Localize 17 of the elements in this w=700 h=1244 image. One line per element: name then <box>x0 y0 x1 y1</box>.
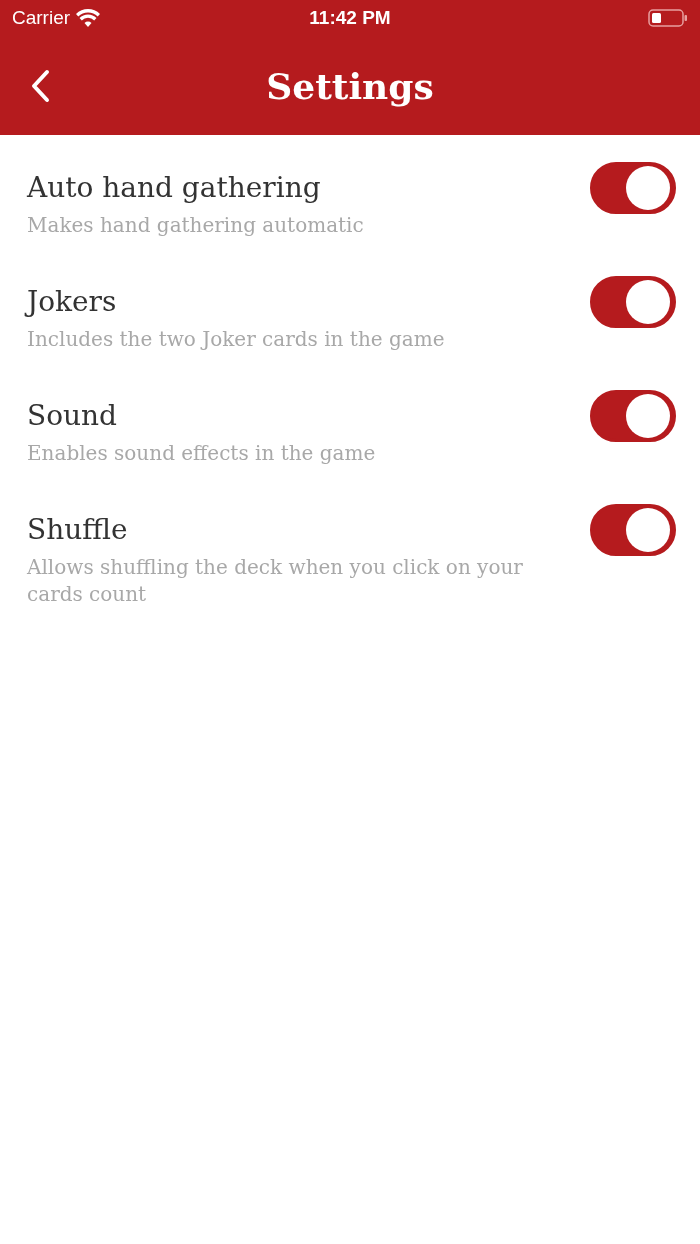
wifi-icon <box>76 9 101 27</box>
toggle-switch[interactable] <box>590 162 676 214</box>
setting-description: Includes the two Joker cards in the game <box>27 326 446 353</box>
screen-title: Settings <box>266 63 434 109</box>
setting-description: Enables sound effects in the game <box>27 440 377 467</box>
toggle-switch[interactable] <box>590 390 676 442</box>
setting-title: Auto hand gathering <box>27 170 322 206</box>
setting-title: Shuffle <box>27 512 129 548</box>
setting-title: Sound <box>27 398 119 434</box>
battery-icon <box>648 9 688 27</box>
back-icon <box>30 68 50 103</box>
carrier-label: Carrier <box>12 5 71 30</box>
toggle-switch[interactable] <box>590 504 676 556</box>
setting-description: Makes hand gathering automatic <box>27 212 365 239</box>
toggle-switch[interactable] <box>590 276 676 328</box>
setting-description: Allows shuffling the deck when you click on your cards count <box>27 554 524 608</box>
clock-label: 11:42 PM <box>309 5 391 30</box>
